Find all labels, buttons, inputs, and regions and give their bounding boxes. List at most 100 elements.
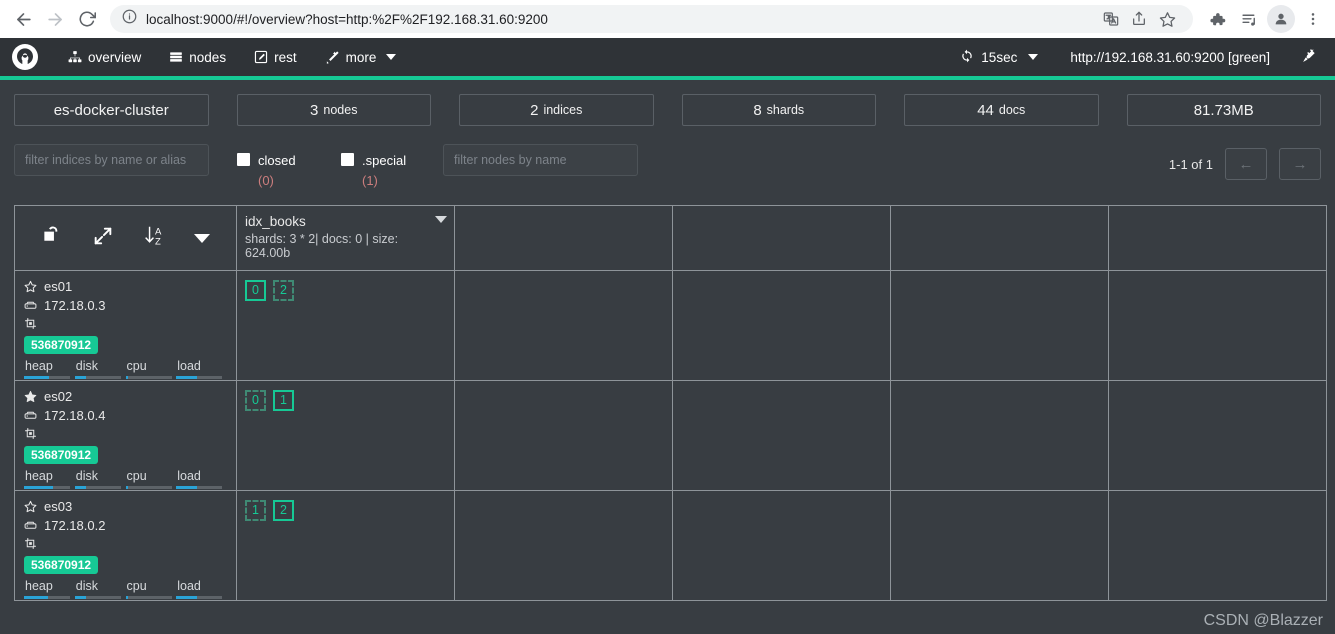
shard-cell: 0 2 bbox=[236, 270, 455, 381]
shard-badge-replica[interactable]: 1 bbox=[245, 500, 266, 521]
special-label-text: .special bbox=[362, 153, 407, 168]
table-row: es01 172.18.0.3 536870912 heap disk cpu … bbox=[14, 270, 1327, 381]
sort-alpha-asc-icon[interactable]: AZ bbox=[142, 224, 166, 253]
heap-badge: 536870912 bbox=[24, 446, 99, 464]
puzzle-icon[interactable] bbox=[1203, 5, 1231, 33]
metric-label: cpu bbox=[126, 469, 147, 483]
shard-badge-primary[interactable]: 2 bbox=[273, 500, 294, 521]
chevron-down-icon[interactable] bbox=[435, 216, 447, 223]
shard-badge-replica[interactable]: 0 bbox=[245, 390, 266, 411]
metric-label: heap bbox=[25, 359, 53, 373]
empty-cell bbox=[454, 270, 673, 381]
back-arrow-icon bbox=[14, 10, 33, 29]
empty-column-header bbox=[890, 205, 1109, 271]
metric-disk: disk bbox=[74, 359, 126, 379]
indices-filter-input[interactable] bbox=[14, 144, 209, 176]
chevron-down-icon bbox=[1028, 54, 1039, 60]
nav-label-rest: rest bbox=[274, 49, 297, 65]
nav-item-rest[interactable]: rest bbox=[240, 38, 311, 76]
heap-badge: 536870912 bbox=[24, 336, 99, 354]
reload-icon bbox=[78, 10, 96, 28]
special-checkbox[interactable] bbox=[341, 153, 354, 166]
node-role-line bbox=[24, 537, 227, 550]
cluster-url-label[interactable]: http://192.168.31.60:9200 [green] bbox=[1056, 50, 1290, 65]
metric-label: cpu bbox=[126, 359, 147, 373]
page-body: overview nodes rest more 15sec http://19… bbox=[0, 38, 1335, 634]
filter-row: closed (0) .special (1) 1-1 of 1 ← → bbox=[0, 126, 1335, 190]
disconnect-button[interactable] bbox=[1290, 47, 1321, 67]
shard-badge-primary[interactable]: 1 bbox=[273, 390, 294, 411]
stat-value: 3 bbox=[310, 101, 319, 119]
metric-label: load bbox=[177, 359, 201, 373]
profile-avatar-icon[interactable] bbox=[1267, 5, 1295, 33]
special-indices-checkbox-group[interactable]: .special (1) bbox=[341, 144, 417, 190]
metric-load: load bbox=[176, 579, 227, 599]
forward-button[interactable] bbox=[40, 4, 70, 34]
nav-label-overview: overview bbox=[88, 49, 142, 65]
star-icon[interactable] bbox=[1153, 5, 1181, 33]
share-icon[interactable] bbox=[1125, 5, 1153, 33]
node-name: es03 bbox=[44, 499, 73, 514]
metric-heap: heap bbox=[24, 469, 75, 489]
closed-checkbox[interactable] bbox=[237, 153, 250, 166]
magic-wand-icon bbox=[325, 50, 340, 65]
metric-label: disk bbox=[75, 359, 98, 373]
hdd-icon bbox=[24, 409, 37, 422]
stat-cluster-name: es-docker-cluster bbox=[14, 94, 209, 126]
cerebro-logo[interactable] bbox=[12, 44, 38, 70]
special-count: (1) bbox=[362, 172, 378, 188]
metric-track bbox=[24, 486, 70, 489]
table-header-row: AZ idx_books shards: 3 * 2| docs: 0 | si… bbox=[14, 205, 1327, 271]
node-role-icon bbox=[24, 317, 37, 330]
stat-docs: 44 docs bbox=[904, 94, 1099, 126]
empty-column-header bbox=[1108, 205, 1327, 271]
metric-track bbox=[24, 596, 70, 599]
address-bar[interactable]: localhost:9000/#!/overview?host=http:%2F… bbox=[110, 5, 1193, 33]
node-role-icon bbox=[24, 537, 37, 550]
node-name-line: es01 bbox=[24, 279, 227, 294]
reading-list-icon[interactable] bbox=[1235, 5, 1263, 33]
hdd-icon bbox=[24, 519, 37, 532]
metric-label: load bbox=[177, 579, 201, 593]
nav-item-more[interactable]: more bbox=[311, 38, 411, 76]
back-button[interactable] bbox=[8, 4, 38, 34]
nav-item-nodes[interactable]: nodes bbox=[155, 38, 240, 76]
metric-label: disk bbox=[75, 469, 98, 483]
prev-page-button[interactable]: ← bbox=[1225, 148, 1267, 180]
shard-badge-primary[interactable]: 0 bbox=[245, 280, 266, 301]
header-right-group: 15sec http://192.168.31.60:9200 [green] bbox=[942, 47, 1321, 67]
translate-icon[interactable] bbox=[1097, 5, 1125, 33]
node-metrics: heap disk cpu load bbox=[24, 359, 227, 379]
unlock-icon[interactable] bbox=[41, 224, 64, 252]
closed-indices-checkbox-group[interactable]: closed (0) bbox=[237, 144, 313, 190]
hdd-icon bbox=[24, 299, 37, 312]
metric-track bbox=[125, 486, 172, 489]
closed-checkbox-label: closed (0) bbox=[258, 151, 313, 190]
reload-button[interactable] bbox=[72, 4, 102, 34]
sitemap-icon bbox=[68, 50, 82, 64]
index-meta: shards: 3 * 2| docs: 0 | size: 624.00b bbox=[245, 232, 399, 260]
pagination-label: 1-1 of 1 bbox=[1168, 156, 1213, 172]
expand-arrows-icon[interactable] bbox=[92, 225, 114, 252]
heap-badge: 536870912 bbox=[24, 556, 99, 574]
three-dot-menu-icon[interactable] bbox=[1299, 5, 1327, 33]
node-role-line bbox=[24, 317, 227, 330]
empty-cell bbox=[672, 380, 891, 491]
refresh-interval-selector[interactable]: 15sec bbox=[942, 49, 1056, 66]
nodes-filter-input[interactable] bbox=[443, 144, 638, 176]
metric-cpu: cpu bbox=[125, 469, 177, 489]
browser-toolbar: localhost:9000/#!/overview?host=http:%2F… bbox=[0, 0, 1335, 38]
chevron-down-icon[interactable] bbox=[194, 233, 210, 243]
metric-track bbox=[176, 376, 223, 379]
node-cell-es03: es03 172.18.0.2 536870912 heap disk cpu … bbox=[14, 490, 237, 601]
index-column-header[interactable]: idx_books shards: 3 * 2| docs: 0 | size:… bbox=[236, 205, 455, 271]
node-name-line: es02 bbox=[24, 389, 227, 404]
site-info-icon[interactable] bbox=[122, 9, 137, 29]
shard-badge-replica[interactable]: 2 bbox=[273, 280, 294, 301]
empty-cell bbox=[1108, 270, 1327, 381]
stat-value: 2 bbox=[530, 101, 539, 119]
next-page-button[interactable]: → bbox=[1279, 148, 1321, 180]
nav-item-overview[interactable]: overview bbox=[54, 38, 155, 76]
node-host: 172.18.0.4 bbox=[44, 408, 106, 423]
metric-heap: heap bbox=[24, 579, 75, 599]
